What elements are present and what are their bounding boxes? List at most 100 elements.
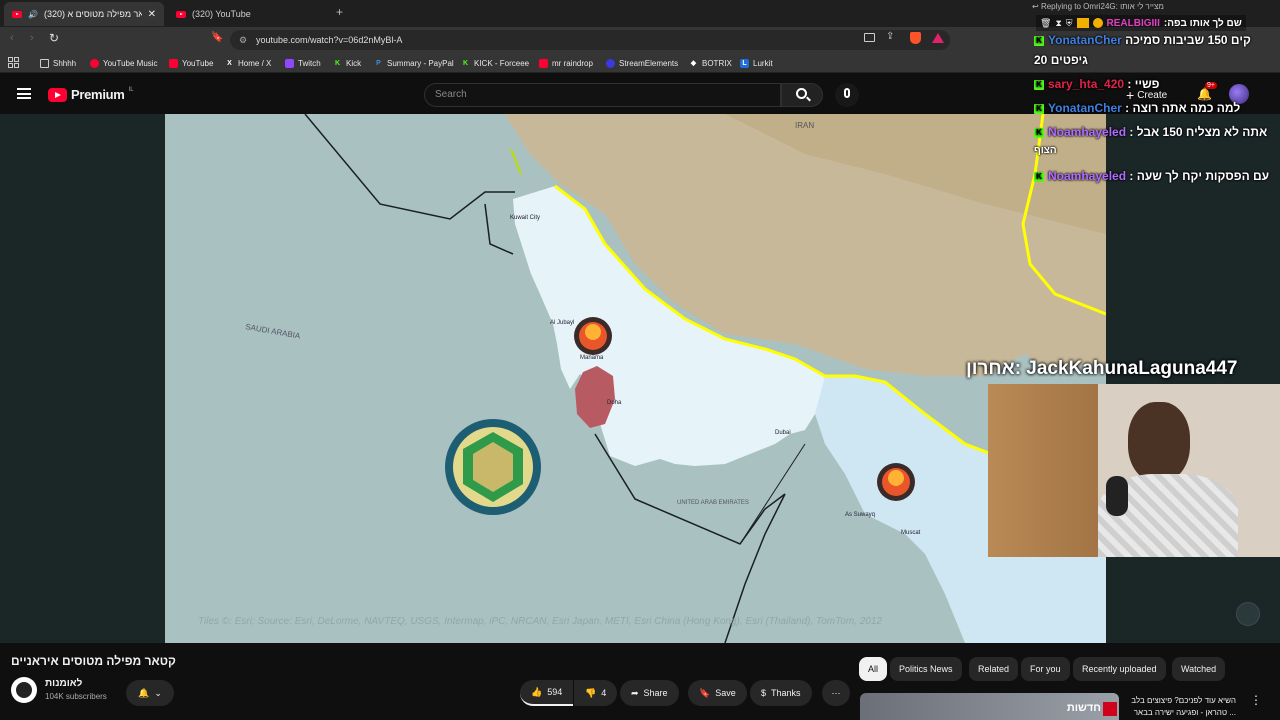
bookmark-label: YouTube <box>182 58 214 68</box>
bookmark-shhhh[interactable]: Shhhh <box>40 56 76 70</box>
chip-all[interactable]: All <box>859 657 888 681</box>
tab-active-video[interactable]: 🔊 (320) קטאר מפילה מטוסים א ✕ <box>4 2 164 26</box>
chip-recently-uploaded[interactable]: Recently uploaded <box>1073 657 1166 681</box>
bookmark-mr-raindrop[interactable]: mr raindrop <box>539 56 593 70</box>
lurkit-icon: L <box>740 58 749 68</box>
bookmark-label: Shhhh <box>53 58 77 68</box>
thanks-button[interactable]: $ Thanks <box>750 680 812 706</box>
channel-logo-icon <box>1103 702 1117 716</box>
subscribed-button[interactable]: 🔔 ⌄ <box>126 680 174 706</box>
chevron-down-icon: ⌄ <box>154 687 162 698</box>
bookmark-streamelements[interactable]: StreamElements <box>606 56 678 70</box>
youtube-icon <box>539 58 548 68</box>
youtube-logo-icon <box>48 87 67 102</box>
map-label-aljubayl: Al Jubayl <box>550 320 574 326</box>
video-frame-map[interactable]: IRAN SAUDI ARABIA UNITED ARAB EMIRATES K… <box>165 114 1106 643</box>
youtube-favicon-icon <box>12 10 22 18</box>
forward-icon[interactable]: › <box>30 32 34 44</box>
youtube-premium-logo[interactable]: Premium IL <box>48 87 134 102</box>
youtube-music-icon <box>90 58 99 68</box>
save-button[interactable]: 🔖 Save <box>688 680 747 706</box>
bookmark-twitch[interactable]: Twitch <box>285 56 321 70</box>
reply-text: Replying to Omri24G: מצייר לי אותו <box>1040 2 1164 11</box>
map-label-dubai: Dubai <box>775 430 791 436</box>
tab-youtube[interactable]: (320) YouTube <box>168 2 328 26</box>
site-info-icon[interactable]: ⚙ <box>239 30 247 50</box>
chip-watched[interactable]: Watched <box>1172 657 1226 681</box>
like-count: 594 <box>547 687 563 697</box>
screen-cast-icon[interactable] <box>864 33 875 42</box>
bookmark-label: StreamElements <box>619 58 679 68</box>
chat-top-message: 🗑 ⧗ ⛨ REALBIGIII :שם לך אותו בפה <box>1036 15 1246 31</box>
map-label-muscat: Muscat <box>901 530 921 536</box>
chat-message: :שם לך אותו בפה <box>1163 17 1242 29</box>
watch-metadata: קטאר מפילה מטוסים איראניים לאומנות 104K … <box>0 643 1280 720</box>
gift-badge-icon <box>1092 18 1103 28</box>
more-vertical-icon[interactable]: ⋮ <box>1250 693 1262 707</box>
youtube-icon <box>169 58 178 68</box>
chat-message: : אתה לא מצליח 150 אבל <box>1129 125 1268 139</box>
dislike-button[interactable]: 👎 4 <box>574 680 618 706</box>
chat-username: YonatanCher <box>1048 101 1122 115</box>
search-button[interactable] <box>781 83 823 107</box>
notifications-bell-icon[interactable]: 🔔 <box>1197 87 1212 101</box>
channel-watermark-icon[interactable] <box>1236 602 1260 626</box>
brave-shield-icon[interactable] <box>910 32 921 44</box>
botrix-icon: ◆ <box>690 59 697 67</box>
search-input[interactable]: Search <box>424 83 781 107</box>
globe-icon <box>16 682 32 698</box>
channel-avatar[interactable] <box>11 677 37 703</box>
kick-badge-icon: K <box>1034 171 1044 182</box>
chip-for-you[interactable]: For you <box>1021 657 1070 681</box>
chat-reply-line: ↩ Replying to Omri24G: מצייר לי אותו <box>1032 2 1164 11</box>
bookmark-lurkit[interactable]: L Lurkit <box>740 56 773 70</box>
bookmark-kick[interactable]: K Kick <box>333 56 361 70</box>
tab-close-icon[interactable]: ✕ <box>148 9 156 20</box>
share-button[interactable]: ➦ Share <box>620 680 679 706</box>
speaker-icon[interactable]: 🔊 <box>28 10 38 19</box>
apps-grid-icon[interactable] <box>8 57 19 68</box>
thumbnail-text: חדשות <box>1066 702 1101 714</box>
bookmark-youtube[interactable]: YouTube <box>169 56 213 70</box>
bookmark-label: KICK - Forceee <box>474 58 530 68</box>
recommended-video-title[interactable]: השיא עוד לפניכם? פיצוצים בלב טהראן - ופג… <box>1124 695 1236 719</box>
bookmark-x[interactable]: X Home / X <box>225 56 271 70</box>
paypal-icon: P <box>376 59 381 67</box>
bell-icon: 🔔 <box>138 687 150 698</box>
chat-username: REALBIGIII <box>1106 17 1160 29</box>
reload-icon[interactable]: ↻ <box>49 31 59 45</box>
url-field[interactable]: ⚙ youtube.com/watch?v=06d2nMyBl-A <box>230 30 950 50</box>
bookmark-botrix[interactable]: ◆ BOTRIX <box>689 56 732 70</box>
youtube-favicon-icon <box>176 10 186 18</box>
folder-icon <box>40 58 49 68</box>
microphone-icon <box>1106 476 1128 516</box>
chat-username: Noamhayeled <box>1048 125 1127 139</box>
new-tab-button[interactable]: + <box>336 5 343 19</box>
bookmark-icon: 🔖 <box>699 687 711 698</box>
chip-related[interactable]: Related <box>969 657 1019 681</box>
share-icon: ➦ <box>631 687 639 698</box>
url-text: youtube.com/watch?v=06d2nMyBl-A <box>256 35 403 45</box>
create-label: Create <box>1137 89 1168 101</box>
kick-badge-icon: K <box>1034 79 1044 90</box>
menu-icon[interactable] <box>17 88 31 99</box>
recommended-video-thumbnail[interactable]: חדשות <box>860 693 1119 720</box>
webcam-door <box>988 384 1098 557</box>
chat-message: : למה כמה אתה רוצה <box>1125 101 1241 115</box>
more-actions-button[interactable]: ⋯ <box>822 680 850 706</box>
bookmark-kick-forceee[interactable]: K KICK - Forceee <box>461 56 529 70</box>
bookmark-paypal[interactable]: P Summary - PayPal <box>374 56 454 70</box>
twitch-icon <box>285 58 294 68</box>
bookmark-icon[interactable]: 🔖 <box>211 32 223 43</box>
back-icon[interactable]: ‹ <box>10 32 14 44</box>
voice-search-button[interactable] <box>835 83 859 107</box>
chip-politics-news[interactable]: Politics News <box>890 657 962 681</box>
map-label-manama: Manama <box>580 355 604 361</box>
like-button[interactable]: 👍 594 <box>520 680 574 706</box>
brave-rewards-icon[interactable] <box>932 33 944 43</box>
map-label-iran: IRAN <box>795 121 814 130</box>
channel-name[interactable]: לאומנות <box>45 678 82 689</box>
chat-message: : פשיי <box>1127 77 1160 91</box>
bookmark-youtube-music[interactable]: YouTube Music <box>90 56 158 70</box>
share-page-icon[interactable]: ⇪ <box>886 31 894 42</box>
